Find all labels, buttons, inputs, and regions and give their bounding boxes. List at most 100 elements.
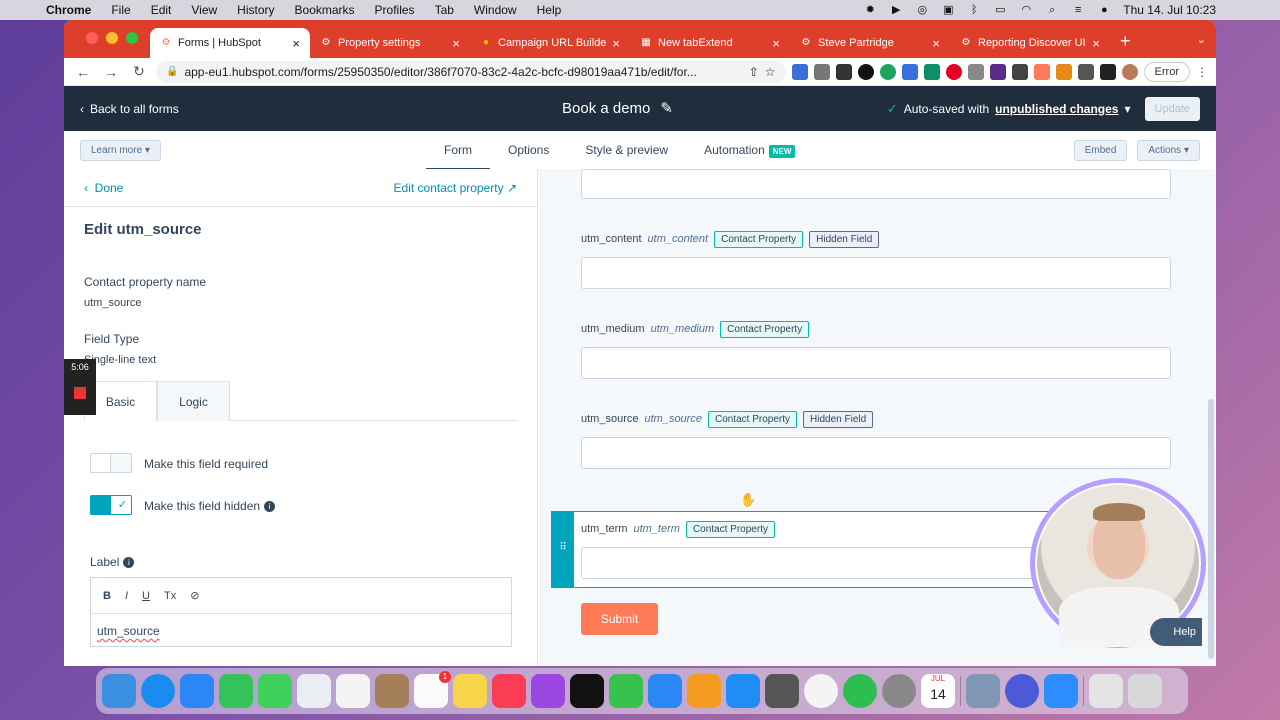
control-center-icon[interactable]: ≡ bbox=[1071, 4, 1085, 16]
info-icon[interactable]: i bbox=[264, 501, 276, 513]
maps-icon[interactable] bbox=[297, 674, 331, 708]
close-tab-icon[interactable]: × bbox=[932, 36, 940, 51]
tab-automation[interactable]: Automation NEW bbox=[686, 131, 813, 171]
safari-icon[interactable] bbox=[141, 674, 175, 708]
close-tab-icon[interactable]: × bbox=[292, 36, 300, 51]
play-status-icon[interactable]: ▶ bbox=[889, 4, 903, 16]
tab-search-chevron-icon[interactable]: ⌄ bbox=[1197, 33, 1206, 46]
profile-avatar[interactable] bbox=[1121, 63, 1138, 80]
menu-bookmarks[interactable]: Bookmarks bbox=[285, 3, 365, 17]
reminders-icon[interactable]: 1 bbox=[414, 671, 451, 708]
tab-style-preview[interactable]: Style & preview bbox=[567, 131, 686, 171]
bluetooth-icon[interactable]: ᛒ bbox=[967, 4, 981, 16]
error-button[interactable]: Error bbox=[1143, 61, 1190, 82]
mail-icon[interactable] bbox=[180, 674, 214, 708]
extension-icon[interactable] bbox=[857, 63, 874, 80]
system-settings-icon[interactable] bbox=[882, 674, 916, 708]
extension-icon[interactable] bbox=[923, 63, 940, 80]
messages-icon[interactable] bbox=[258, 674, 292, 708]
menu-view[interactable]: View bbox=[181, 3, 227, 17]
help-button[interactable]: Help bbox=[1150, 618, 1202, 646]
extension-icon[interactable] bbox=[813, 63, 830, 80]
menu-edit[interactable]: Edit bbox=[141, 3, 182, 17]
extension-icon[interactable] bbox=[901, 63, 918, 80]
bold-button[interactable]: B bbox=[103, 590, 111, 602]
stop-recording-icon[interactable] bbox=[74, 387, 86, 399]
pages-icon[interactable] bbox=[687, 674, 721, 708]
hubspot-extension-icon[interactable] bbox=[1033, 63, 1050, 80]
pinterest-icon[interactable] bbox=[945, 63, 962, 80]
unpublished-changes-link[interactable]: unpublished changes bbox=[995, 102, 1118, 116]
whatsapp-icon[interactable] bbox=[843, 674, 877, 708]
back-arrow-icon[interactable]: ← bbox=[72, 64, 94, 80]
address-url[interactable]: app-eu1.hubspot.com/forms/25950350/edito… bbox=[184, 65, 742, 79]
close-tab-icon[interactable]: × bbox=[612, 36, 620, 51]
preview-icon[interactable] bbox=[966, 674, 1000, 708]
menu-help[interactable]: Help bbox=[527, 3, 572, 17]
calculator-icon[interactable] bbox=[765, 674, 799, 708]
wifi-icon[interactable]: ◠ bbox=[1019, 4, 1033, 16]
label-text-input[interactable]: utm_source bbox=[91, 614, 511, 648]
canvas-scrollbar[interactable] bbox=[1208, 399, 1214, 659]
menu-tab[interactable]: Tab bbox=[425, 3, 464, 17]
search-icon[interactable]: ⌕ bbox=[1045, 4, 1059, 16]
menu-profiles[interactable]: Profiles bbox=[365, 3, 425, 17]
tv-icon[interactable] bbox=[570, 674, 604, 708]
caret-down-icon[interactable]: ▾ bbox=[1124, 102, 1130, 116]
close-tab-icon[interactable]: × bbox=[452, 36, 460, 51]
headphones-icon[interactable]: ◎ bbox=[915, 4, 929, 16]
edit-contact-property-link[interactable]: Edit contact property ↗ bbox=[394, 181, 517, 195]
puzzle-icon[interactable] bbox=[1077, 63, 1094, 80]
back-to-forms-link[interactable]: ‹ Back to all forms bbox=[80, 102, 179, 116]
trash-icon[interactable] bbox=[1128, 674, 1162, 708]
chrome-icon[interactable] bbox=[804, 674, 838, 708]
keyboard-layout-icon[interactable]: ▣ bbox=[941, 4, 955, 16]
extension-icon[interactable] bbox=[835, 63, 852, 80]
form-field-previous[interactable] bbox=[581, 169, 1171, 199]
gear-status-icon[interactable]: ✹ bbox=[863, 4, 877, 16]
photos-icon[interactable] bbox=[336, 674, 370, 708]
address-bar[interactable]: 🔒 app-eu1.hubspot.com/forms/25950350/edi… bbox=[156, 60, 786, 83]
lock-icon[interactable]: 🔒 bbox=[166, 66, 178, 77]
recorder-app-icon[interactable] bbox=[1005, 674, 1039, 708]
tab-steve-partridge[interactable]: ⚙ Steve Partridge × bbox=[790, 28, 950, 58]
tab-campaign-url-builder[interactable]: ● Campaign URL Builder × bbox=[470, 28, 630, 58]
bookmark-star-icon[interactable]: ☆ bbox=[765, 65, 776, 79]
extension-icon[interactable] bbox=[791, 63, 808, 80]
extension-icon[interactable] bbox=[1055, 63, 1072, 80]
minimize-window-button[interactable] bbox=[106, 32, 118, 44]
menu-history[interactable]: History bbox=[227, 3, 284, 17]
embed-button[interactable]: Embed bbox=[1073, 140, 1128, 161]
finder-icon[interactable] bbox=[102, 674, 136, 708]
tab-form[interactable]: Form bbox=[426, 131, 490, 171]
numbers-icon[interactable] bbox=[609, 674, 643, 708]
facetime-icon[interactable] bbox=[219, 674, 253, 708]
chrome-menu-icon[interactable]: ⋮ bbox=[1196, 65, 1208, 79]
siri-icon[interactable]: ● bbox=[1097, 4, 1111, 16]
close-tab-icon[interactable]: × bbox=[772, 36, 780, 51]
learn-more-dropdown[interactable]: Learn more ▾ bbox=[80, 140, 161, 161]
forward-arrow-icon[interactable]: → bbox=[100, 64, 122, 80]
music-icon[interactable] bbox=[492, 674, 526, 708]
zoom-icon[interactable] bbox=[1044, 674, 1078, 708]
zoom-window-button[interactable] bbox=[126, 32, 138, 44]
pencil-icon[interactable]: ✎ bbox=[660, 99, 673, 117]
notes-icon[interactable] bbox=[453, 674, 487, 708]
close-tab-icon[interactable]: × bbox=[1092, 36, 1100, 51]
tab-logic[interactable]: Logic bbox=[157, 381, 230, 421]
tab-options[interactable]: Options bbox=[490, 131, 567, 171]
form-field-utm-medium[interactable]: utm_medium utm_medium Contact Property bbox=[581, 319, 1171, 379]
link-button[interactable]: ⊘ bbox=[190, 589, 199, 602]
reload-icon[interactable]: ↻ bbox=[128, 63, 150, 80]
submit-button[interactable]: Submit bbox=[581, 603, 658, 635]
done-button[interactable]: ‹ Done bbox=[84, 181, 123, 195]
hidden-toggle[interactable]: ✓ bbox=[90, 495, 132, 515]
calendar-icon[interactable]: JUL 14 bbox=[921, 674, 955, 708]
app-store-icon[interactable] bbox=[726, 674, 760, 708]
update-button[interactable]: Update bbox=[1144, 96, 1200, 121]
tab-forms-hubspot[interactable]: ⚙ Forms | HubSpot × bbox=[150, 28, 310, 58]
menubar-clock[interactable]: Thu 14. Jul 10:23 bbox=[1123, 3, 1216, 17]
form-title-text[interactable]: Book a demo bbox=[562, 100, 650, 117]
underline-button[interactable]: U bbox=[142, 590, 150, 602]
close-window-button[interactable] bbox=[86, 32, 98, 44]
